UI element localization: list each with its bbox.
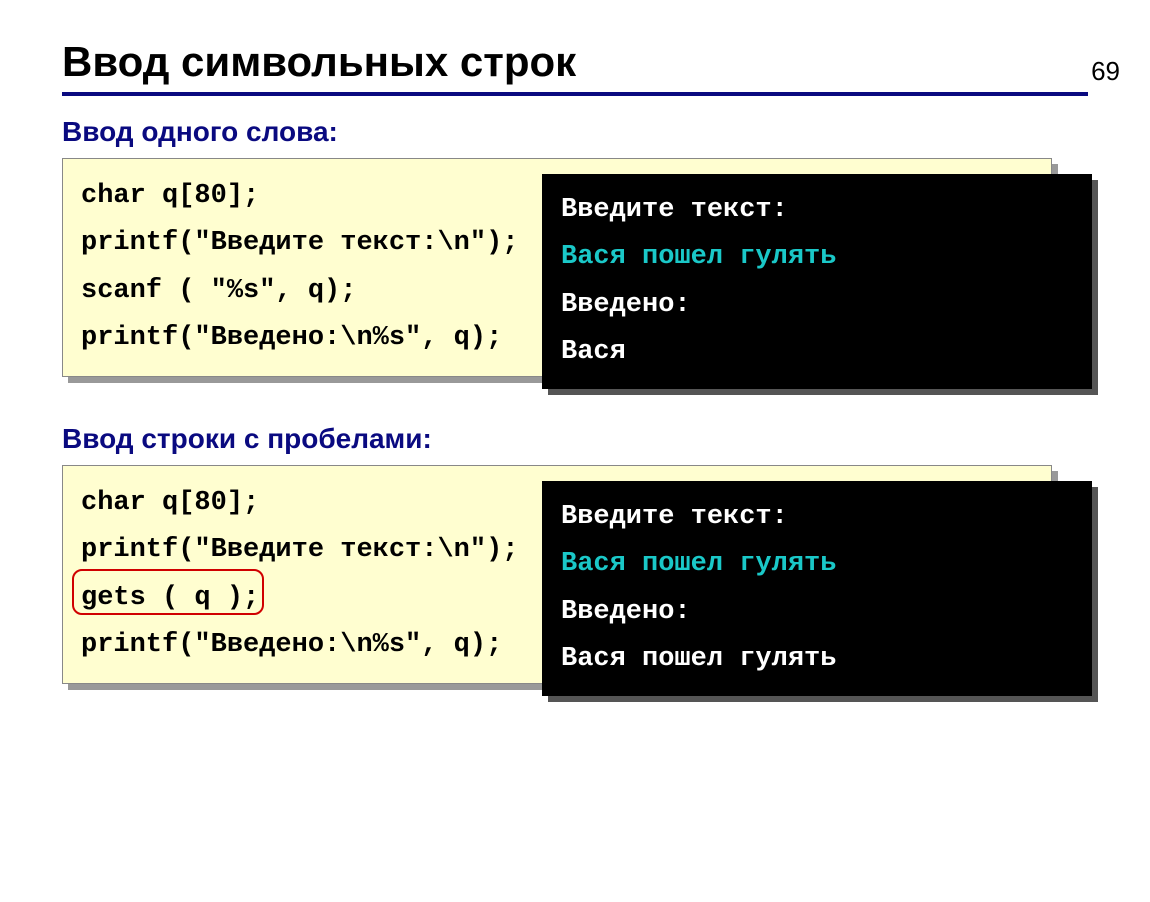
console-line: Вася bbox=[561, 337, 626, 367]
console-user-input: Вася пошел гулять bbox=[561, 549, 836, 579]
console-line: Введите текст: bbox=[561, 195, 788, 225]
page-number: 69 bbox=[1091, 56, 1120, 87]
console-line: Введено: bbox=[561, 597, 691, 627]
console-line: Введено: bbox=[561, 290, 691, 320]
console-line: Введите текст: bbox=[561, 502, 788, 532]
section2-label: Ввод строки с пробелами: bbox=[62, 423, 1150, 455]
console-user-input: Вася пошел гулять bbox=[561, 242, 836, 272]
slide-title: Ввод символьных строк bbox=[62, 38, 1150, 86]
section2-console: Введите текст: Вася пошел гулять Введено… bbox=[542, 481, 1092, 696]
title-rule bbox=[62, 92, 1088, 96]
console-line: Вася пошел гулять bbox=[561, 644, 836, 674]
section1-console: Введите текст: Вася пошел гулять Введено… bbox=[542, 174, 1092, 389]
section1-label: Ввод одного слова: bbox=[62, 116, 1150, 148]
section1-wrap: char q[80]; printf("Введите текст:\n"); … bbox=[62, 158, 1088, 377]
section2-wrap: char q[80]; printf("Введите текст:\n"); … bbox=[62, 465, 1088, 684]
